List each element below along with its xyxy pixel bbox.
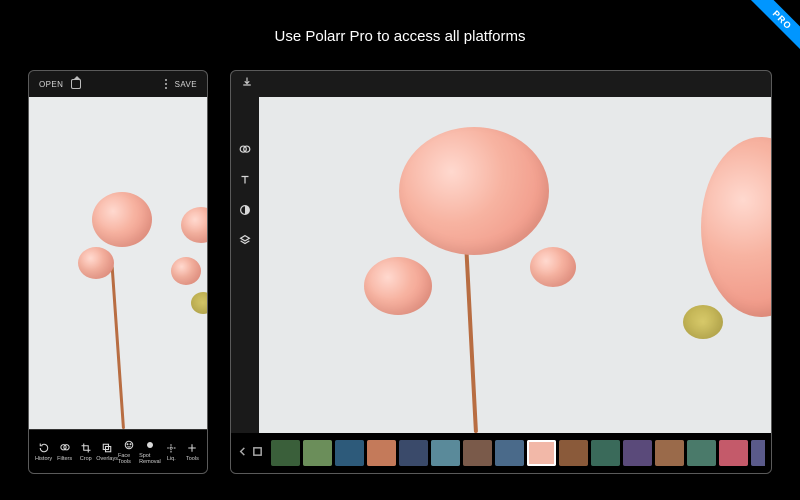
toolbar-filters[interactable]: Filters (54, 438, 75, 466)
headline: Use Polarr Pro to access all platforms (0, 28, 800, 45)
toolbar-overlays[interactable]: Overlays (96, 438, 118, 466)
toolbar-label: Overlays (96, 456, 118, 462)
side-tool-filters[interactable] (238, 143, 252, 157)
thumbnail[interactable] (687, 440, 716, 466)
thumbnail[interactable] (303, 440, 332, 466)
thumbnail[interactable] (463, 440, 492, 466)
thumbnail-row (271, 440, 765, 466)
thumbnail[interactable] (495, 440, 524, 466)
save-button[interactable]: SAVE (175, 80, 197, 89)
phone-toolbar: History Filters Crop OverlaysFace ToolsSpot… (29, 429, 207, 473)
thumbnail[interactable] (559, 440, 588, 466)
phone-canvas (29, 97, 207, 429)
thumbnail[interactable] (655, 440, 684, 466)
toolbar-tools[interactable]: Tools (182, 438, 203, 466)
thumbnail[interactable] (367, 440, 396, 466)
device-stage: OPEN SAVE History Filters Crop OverlaysFace… (28, 70, 772, 474)
thumbnail[interactable] (591, 440, 620, 466)
download-icon[interactable] (241, 75, 253, 93)
more-icon[interactable] (165, 79, 167, 89)
thumbnail[interactable] (719, 440, 748, 466)
thumbnail[interactable] (431, 440, 460, 466)
desktop-mockup (230, 70, 772, 474)
thumbnail[interactable] (623, 440, 652, 466)
side-tool-text[interactable] (238, 173, 252, 187)
toolbar-history[interactable]: History (33, 438, 54, 466)
side-tool-color[interactable] (238, 203, 252, 217)
toolbar-label: Spot Removal (139, 453, 161, 465)
desktop-filmstrip (231, 433, 771, 473)
desktop-side-tools (231, 97, 259, 433)
home-icon[interactable] (71, 79, 81, 89)
desktop-topbar (231, 71, 771, 97)
desktop-canvas (259, 97, 771, 433)
open-button[interactable]: OPEN (39, 80, 63, 89)
toolbar-face-tools[interactable]: Face Tools (118, 435, 139, 469)
toolbar-label: Liq. (167, 456, 176, 462)
phone-mockup: OPEN SAVE History Filters Crop OverlaysFace… (28, 70, 208, 474)
toolbar-spot-removal[interactable]: Spot Removal (139, 435, 161, 469)
toolbar-label: Filters (57, 456, 72, 462)
strip-left-icon[interactable] (237, 444, 248, 462)
thumbnail[interactable] (527, 440, 556, 466)
toolbar-crop[interactable]: Crop (75, 438, 96, 466)
thumbnail[interactable] (271, 440, 300, 466)
toolbar-liq[interactable]: Liq. (161, 438, 182, 466)
toolbar-label: Face Tools (118, 453, 139, 465)
phone-topbar: OPEN SAVE (29, 71, 207, 97)
toolbar-label: History (35, 456, 52, 462)
thumbnail[interactable] (751, 440, 765, 466)
side-tool-layers[interactable] (238, 233, 252, 247)
toolbar-label: Tools (186, 456, 199, 462)
strip-expand-icon[interactable] (252, 444, 263, 462)
toolbar-label: Crop (80, 456, 92, 462)
thumbnail[interactable] (335, 440, 364, 466)
thumbnail[interactable] (399, 440, 428, 466)
